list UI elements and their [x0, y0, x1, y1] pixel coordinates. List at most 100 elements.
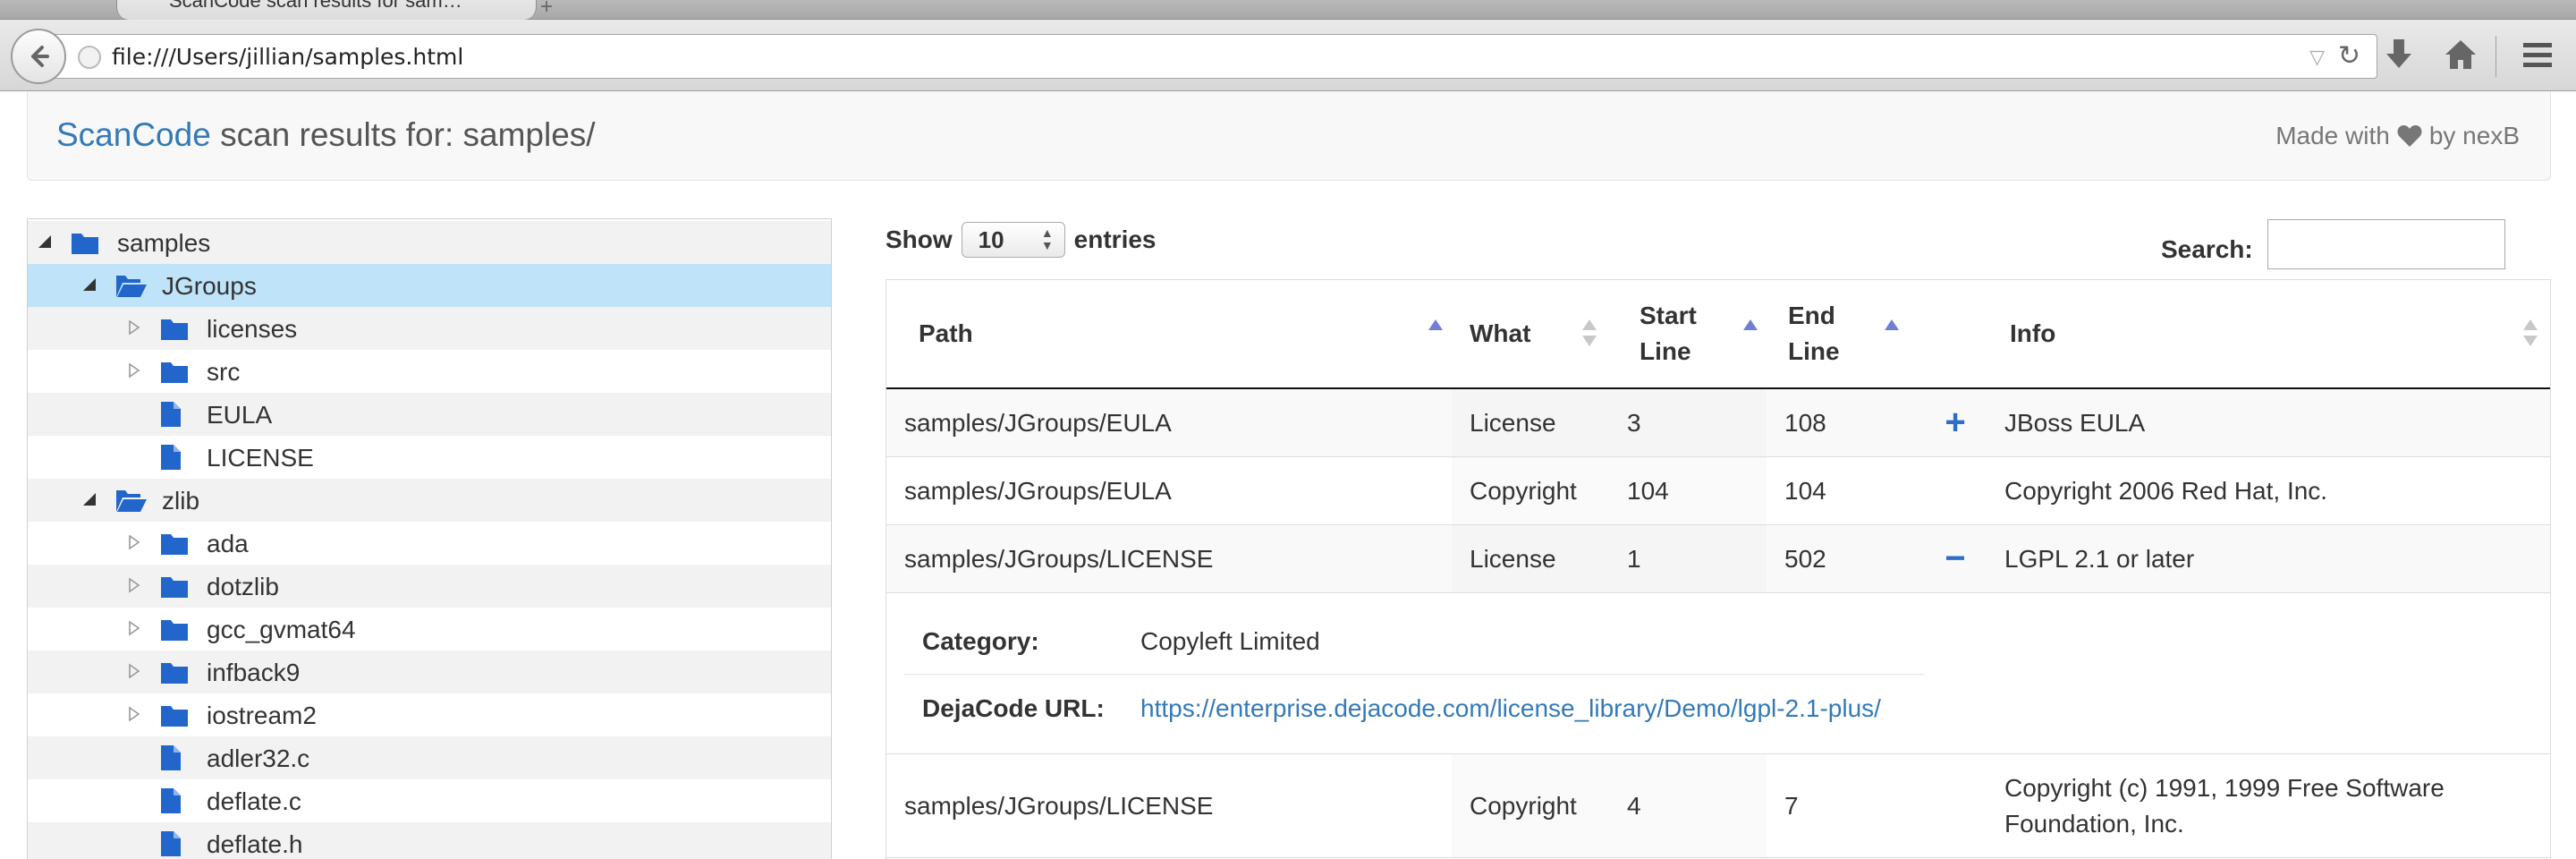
brand-link[interactable]: ScanCode: [56, 116, 211, 153]
column-header-end-line[interactable]: End Line: [1767, 280, 1924, 387]
tree-expand-icon[interactable]: [126, 663, 142, 684]
tree-item[interactable]: licenses: [28, 307, 831, 350]
what-cell: Copyright: [1452, 754, 1609, 857]
license-detail-table: Category: Copyleft Limited DejaCode URL:…: [904, 608, 1924, 742]
page-size-select[interactable]: 10 ▲ ▼: [961, 222, 1065, 258]
folder-open-icon: [115, 488, 148, 517]
table-header: Path What Start Line End Line Info: [886, 280, 2550, 389]
tree-item[interactable]: ada: [28, 522, 831, 565]
column-header-start-line[interactable]: Start Line: [1609, 280, 1767, 387]
tree-item[interactable]: adler32.c: [28, 736, 831, 779]
folder-icon: [160, 617, 189, 646]
url-text[interactable]: file:///Users/jillian/samples.html: [112, 44, 463, 70]
title-suffix: scan results for: samples/: [210, 116, 596, 153]
column-title-start-1: Start: [1640, 302, 1697, 329]
search-input[interactable]: [2267, 219, 2505, 269]
path-cell: samples/JGroups/LICENSE: [904, 791, 1214, 820]
tree-item-label: iostream2: [207, 702, 317, 729]
info-cell: LGPL 2.1 or later: [2004, 544, 2195, 573]
made-with-text: Made with: [2275, 122, 2390, 149]
tree-item[interactable]: JGroups: [28, 264, 831, 307]
column-header-what[interactable]: What: [1452, 280, 1609, 387]
folder-icon: [160, 659, 189, 689]
page-identity-icon[interactable]: [78, 46, 101, 69]
tree-expand-icon[interactable]: [126, 577, 142, 598]
tree-item[interactable]: gcc_gvmat64: [28, 608, 831, 651]
folder-open-icon: [115, 273, 148, 302]
entries-label: entries: [1073, 225, 1157, 253]
tree-item[interactable]: EULA: [28, 393, 831, 436]
tree-item[interactable]: samples: [28, 221, 831, 264]
toggle-cell-empty: [1924, 754, 1987, 857]
collapse-details-button[interactable]: −: [1924, 525, 1987, 592]
info-cell: Copyright 2006 Red Hat, Inc.: [2004, 476, 2328, 505]
tree-collapse-icon[interactable]: [81, 491, 97, 512]
tree-item[interactable]: iostream2: [28, 693, 831, 736]
start-line-cell: 3: [1609, 389, 1767, 456]
tree-expand-icon[interactable]: [126, 534, 142, 555]
column-title-what: What: [1470, 319, 1531, 347]
tree-item[interactable]: deflate.c: [28, 779, 831, 822]
dejacode-url-link[interactable]: https://enterprise.dejacode.com/license_…: [1140, 694, 1881, 723]
tree-collapse-icon[interactable]: [81, 276, 97, 297]
made-with-credit: Made with by nexB: [2275, 122, 2520, 150]
sort-asc-icon: [1743, 319, 1758, 330]
tree-item[interactable]: infback9: [28, 651, 831, 693]
back-button[interactable]: [11, 29, 66, 84]
tree-item-label: gcc_gvmat64: [207, 616, 356, 643]
tree-item[interactable]: deflate.h: [28, 822, 831, 859]
detail-url-row: DejaCode URL: https://enterprise.dejacod…: [904, 675, 1924, 742]
table-row[interactable]: samples/JGroups/EULA Copyright 104 104 C…: [886, 457, 2550, 525]
column-header-info[interactable]: Info: [1924, 280, 2550, 387]
end-line-cell: 7: [1784, 791, 1799, 820]
start-line-cell: 104: [1609, 457, 1767, 524]
tree-item[interactable]: src: [28, 350, 831, 393]
info-cell: JBoss EULA: [2004, 408, 2146, 437]
table-row[interactable]: samples/JGroups/LICENSE Copyright 4 7 Co…: [886, 754, 2550, 858]
what-cell: Copyright: [1452, 457, 1609, 524]
tree-expand-icon[interactable]: [126, 362, 142, 383]
home-icon[interactable]: [2444, 38, 2478, 72]
sort-asc-icon: [1428, 319, 1443, 330]
tree-item[interactable]: dotzlib: [28, 565, 831, 608]
expand-details-button[interactable]: +: [1924, 389, 1987, 456]
table-row[interactable]: samples/JGroups/LICENSE License 1 502 − …: [886, 525, 2550, 593]
what-cell: License: [1452, 525, 1609, 592]
detail-category-row: Category: Copyleft Limited: [904, 608, 1924, 675]
file-icon: [160, 830, 182, 859]
tree-expand-icon[interactable]: [126, 706, 142, 727]
browser-tab[interactable]: ScanCode scan results for sam…: [116, 0, 537, 20]
folder-icon: [160, 316, 189, 345]
end-line-cell: 502: [1784, 544, 1826, 573]
end-line-cell: 108: [1784, 408, 1826, 437]
tree-expand-icon[interactable]: [126, 620, 142, 641]
url-bar[interactable]: file:///Users/jillian/samples.html ▽ ↻: [52, 34, 2377, 79]
column-title-path: Path: [919, 319, 973, 347]
category-value: Copyleft Limited: [1140, 627, 1320, 655]
tree-expand-icon[interactable]: [126, 319, 142, 340]
tree-item-label: dotzlib: [207, 573, 279, 600]
reload-icon[interactable]: ↻: [2338, 40, 2360, 72]
column-header-path[interactable]: Path: [886, 280, 1452, 387]
tree-item[interactable]: LICENSE: [28, 436, 831, 479]
start-line-cell: 4: [1609, 754, 1767, 857]
results-table: Path What Start Line End Line Info sampl…: [886, 279, 2551, 859]
new-tab-icon[interactable]: +: [540, 0, 553, 20]
tree-item-label: EULA: [207, 401, 273, 429]
column-title-end-1: End: [1788, 302, 1835, 329]
page-header: ScanCode scan results for: samples/ Made…: [27, 91, 2551, 181]
license-detail-row: Category: Copyleft Limited DejaCode URL:…: [886, 593, 2550, 754]
end-line-cell: 104: [1784, 476, 1826, 505]
dejacode-url-label: DejaCode URL:: [922, 694, 1105, 722]
plus-icon: +: [1945, 403, 1966, 442]
url-history-dropdown-icon[interactable]: ▽: [2309, 46, 2325, 69]
what-cell: License: [1452, 389, 1609, 456]
tree-item-label: src: [207, 358, 241, 386]
download-icon[interactable]: [2384, 38, 2414, 72]
tree-collapse-icon[interactable]: [37, 234, 53, 254]
browser-tab-title: ScanCode scan results for sam…: [169, 0, 462, 12]
hamburger-menu-icon[interactable]: [2521, 38, 2555, 72]
table-row[interactable]: samples/JGroups/EULA License 3 108 + JBo…: [886, 389, 2550, 457]
page-size-value: 10: [978, 226, 1004, 253]
tree-item[interactable]: zlib: [28, 479, 831, 522]
